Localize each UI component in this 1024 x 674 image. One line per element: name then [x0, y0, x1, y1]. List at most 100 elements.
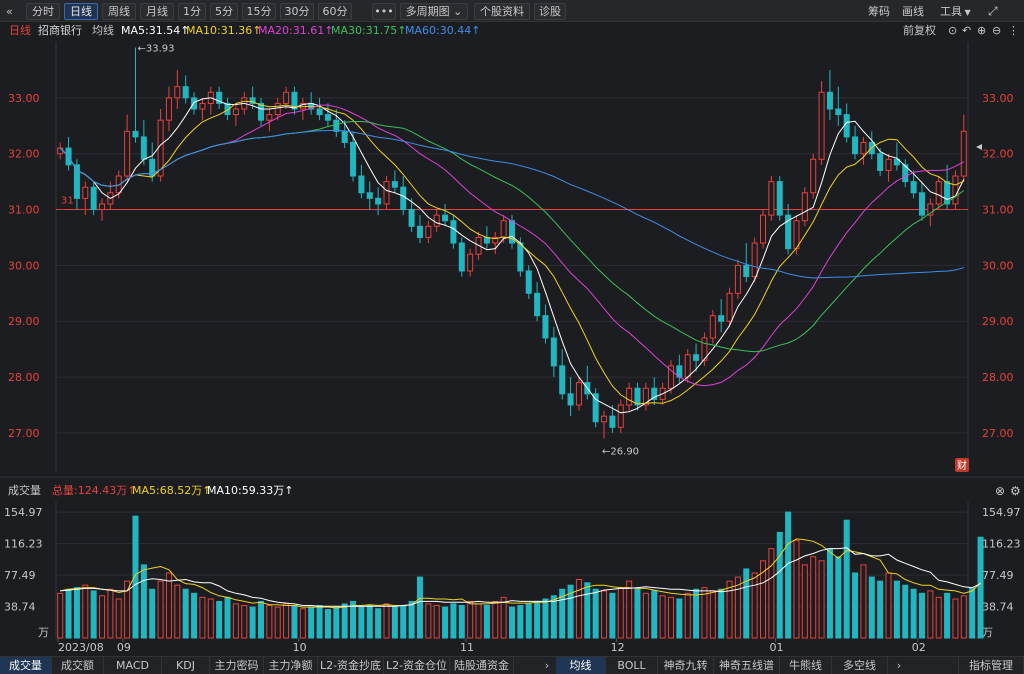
- volume-bar: [333, 606, 340, 639]
- volume-bar: [408, 600, 415, 639]
- tools-dropdown[interactable]: 工具 ▼: [940, 3, 971, 20]
- candle-body: [952, 175, 959, 205]
- volume-bar: [826, 548, 833, 639]
- period-7-button[interactable]: 30分: [280, 3, 314, 20]
- volume-bar: [843, 519, 850, 639]
- candle-body: [542, 315, 549, 339]
- indicator-tab-right-3[interactable]: 神奇五线谱: [714, 657, 780, 674]
- indicator-tab-right-4[interactable]: 牛熊线: [780, 657, 832, 674]
- double-left-chevron-icon[interactable]: «: [6, 3, 13, 20]
- finance-badge[interactable]: 财: [955, 458, 969, 472]
- indicator-tab-left-0[interactable]: 成交量: [0, 657, 52, 674]
- settings-icon[interactable]: ⊙: [948, 24, 957, 37]
- period-2-button[interactable]: 周线: [102, 3, 136, 20]
- volume-bar: [174, 584, 181, 639]
- close-circle-icon[interactable]: ⊗: [995, 484, 1005, 498]
- gear-icon[interactable]: ⚙: [1010, 484, 1021, 498]
- indicator-tab-right-1[interactable]: BOLL: [606, 657, 658, 674]
- volume-bar: [642, 592, 649, 639]
- chips-button[interactable]: 筹码: [868, 3, 890, 20]
- price-tick-right: 28.00: [982, 371, 1014, 384]
- zoom-in-icon[interactable]: ⊕: [977, 24, 986, 37]
- volume-bar: [960, 595, 967, 639]
- tab-scroll-right-icon-2[interactable]: ›: [892, 657, 906, 674]
- candle-body: [467, 253, 474, 272]
- period-1-button[interactable]: 日线: [64, 3, 98, 20]
- reference-label: 31: [61, 196, 74, 207]
- period-0-button[interactable]: 分时: [26, 3, 60, 20]
- undo-icon[interactable]: ↶: [962, 24, 971, 37]
- draw-line-button[interactable]: 画线: [902, 3, 924, 20]
- indicator-manage-button[interactable]: 指标管理: [958, 657, 1024, 674]
- price-tick-right: 31.00: [982, 204, 1014, 217]
- candle-body: [274, 102, 281, 116]
- indicator-tab-right-2[interactable]: 神奇九转: [658, 657, 714, 674]
- volume-tick-right: 38.74: [982, 601, 1014, 614]
- volume-bar: [149, 588, 156, 639]
- volume-bar: [785, 511, 792, 639]
- indicator-tab-left-4[interactable]: 主力密码: [210, 657, 264, 674]
- candle-body: [960, 130, 967, 177]
- period-3-button[interactable]: 月线: [140, 3, 174, 20]
- candle-body: [910, 181, 917, 194]
- chevron-down-icon: ⌄: [453, 5, 463, 18]
- stock-profile-button[interactable]: 个股资料: [474, 3, 530, 20]
- avg-line-label[interactable]: 均线: [92, 24, 114, 37]
- volume-total: 总量:124.43万↑: [52, 483, 136, 497]
- candle-body: [283, 91, 290, 104]
- fullscreen-icon[interactable]: ⤢: [988, 3, 998, 20]
- volume-bar: [651, 590, 658, 639]
- more-button[interactable]: •••: [372, 3, 396, 20]
- candle-body: [191, 97, 198, 110]
- indicator-tab-left-6[interactable]: L2-资金抄底: [318, 657, 384, 674]
- top-toolbar: « 分时 日线 周线 月线 1分 5分 15分 30分 60分 ••• 多周期图 ⌄ 个股资料 …: [0, 0, 1024, 22]
- kline-chart[interactable]: 33.00 32.00 31.00 30.00 29.00 28.00 27.00 33.0…: [0, 40, 1024, 656]
- candle-body: [567, 393, 574, 406]
- indicator-tab-right-0[interactable]: 均线: [556, 657, 606, 674]
- candle-body: [877, 153, 884, 171]
- candle-body: [383, 181, 390, 205]
- candle-body: [341, 130, 348, 144]
- candle-body: [416, 225, 423, 238]
- candle-body: [826, 91, 833, 110]
- candle-body: [358, 175, 365, 194]
- indicator-tab-right-5[interactable]: 多空线: [832, 657, 888, 674]
- volume-bar: [442, 606, 449, 639]
- volume-bar: [893, 580, 900, 639]
- indicator-tab-left-2[interactable]: MACD: [104, 657, 162, 674]
- volume-bar: [82, 584, 89, 639]
- period-6-button[interactable]: 15分: [242, 3, 276, 20]
- volume-bar: [601, 590, 608, 639]
- zoom-out-icon[interactable]: ⊖: [992, 24, 1001, 37]
- ma30-value: MA30:31.75↑: [331, 24, 407, 37]
- volume-bar: [667, 596, 674, 639]
- diagnose-button[interactable]: 诊股: [534, 3, 566, 20]
- candle-body: [425, 225, 432, 238]
- volume-bar: [918, 592, 925, 639]
- candle-body: [458, 242, 465, 272]
- candle-body: [90, 186, 97, 211]
- volume-bar: [475, 603, 482, 639]
- multi-period-dropdown[interactable]: 多周期图 ⌄: [400, 3, 468, 20]
- ma5-line: [59, 97, 965, 414]
- volume-bar: [500, 596, 507, 639]
- candle-body: [768, 181, 775, 216]
- more-dots-icon[interactable]: ⋮: [1008, 24, 1019, 37]
- volume-bar: [416, 576, 423, 639]
- volume-bar: [65, 588, 72, 639]
- indicator-tab-left-8[interactable]: 陆股通资金: [450, 657, 514, 674]
- indicator-tab-left-5[interactable]: 主力净额: [264, 657, 318, 674]
- indicator-tab-left-7[interactable]: L2-资金仓位: [384, 657, 450, 674]
- volume-bar: [868, 576, 875, 639]
- period-5-button[interactable]: 5分: [210, 3, 238, 20]
- indicator-tab-left-1[interactable]: 成交额: [52, 657, 104, 674]
- adjust-price-label[interactable]: 前复权: [903, 24, 936, 37]
- volume-ma5: MA5:68.52万↑: [132, 484, 211, 497]
- period-8-button[interactable]: 60分: [318, 3, 352, 20]
- tab-scroll-right-icon[interactable]: ›: [540, 657, 554, 674]
- candle-body: [751, 242, 758, 278]
- indicator-tab-left-3[interactable]: KDJ: [162, 657, 210, 674]
- current-price-marker-icon: [976, 144, 982, 150]
- volume-bar: [659, 595, 666, 639]
- period-4-button[interactable]: 1分: [178, 3, 206, 20]
